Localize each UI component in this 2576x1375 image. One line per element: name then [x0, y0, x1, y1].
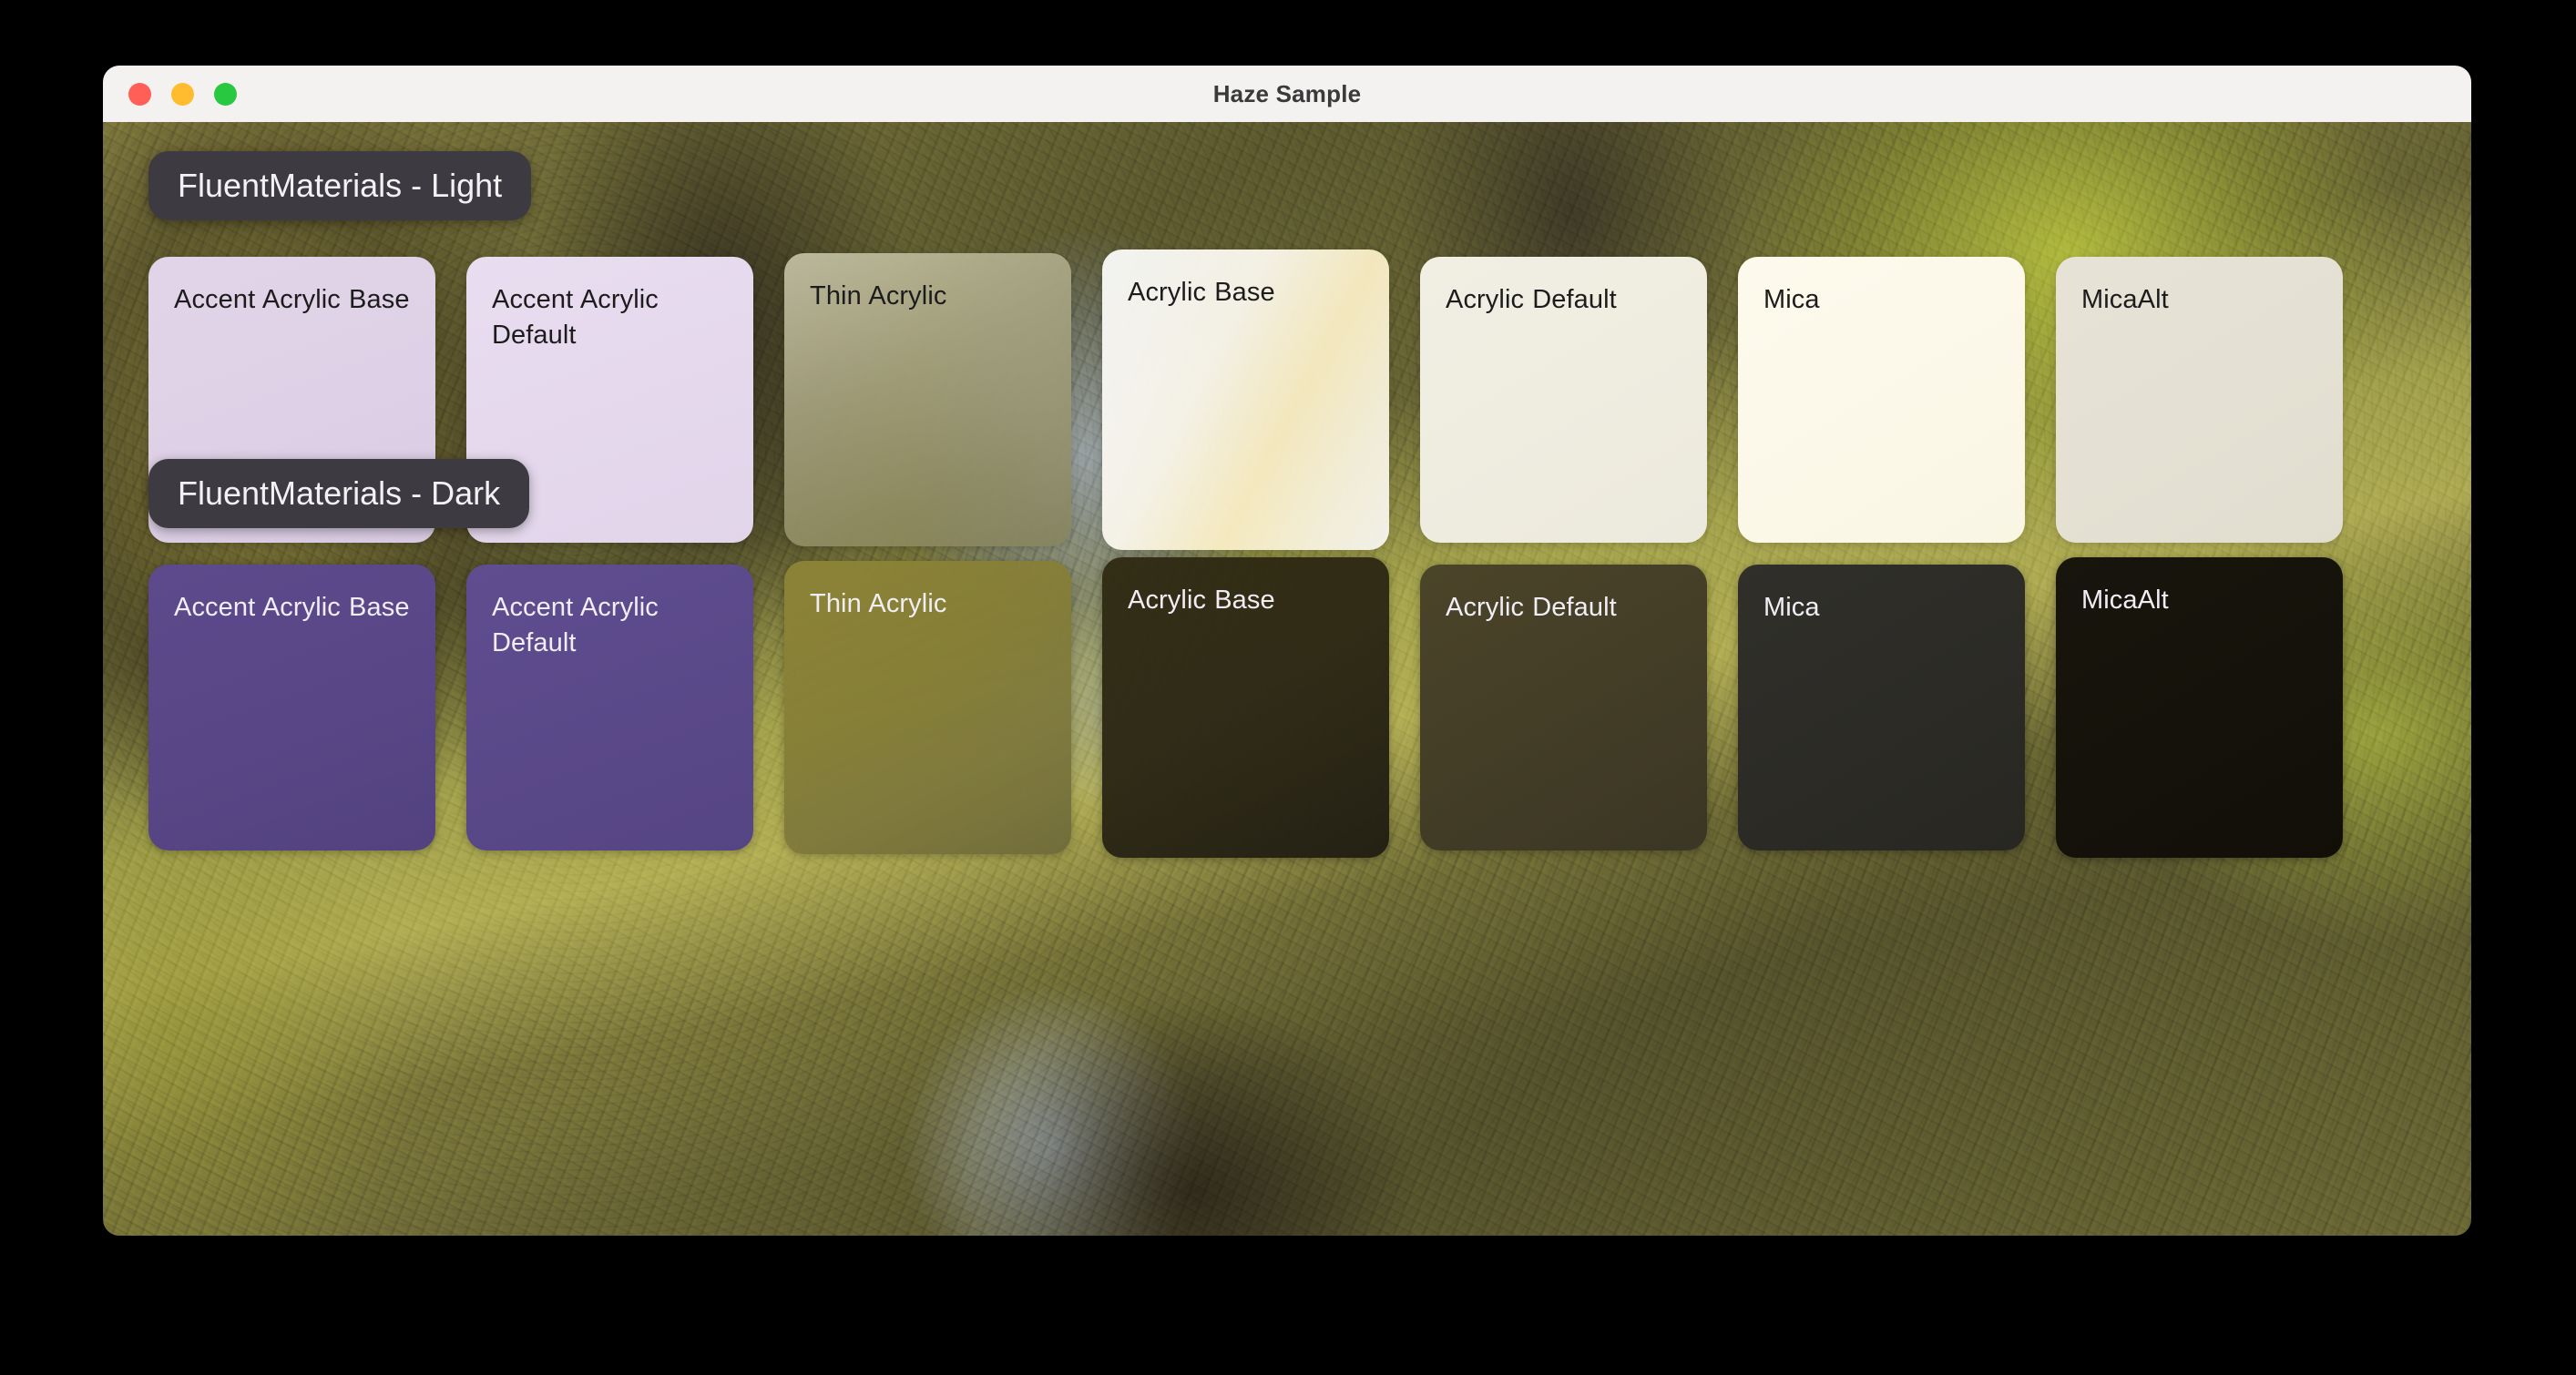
material-card-mica-dark[interactable]: Mica: [1738, 565, 2025, 850]
app-window: Haze Sample FluentMaterials - Light Acce…: [103, 66, 2471, 1236]
material-card-label: MicaAlt: [2081, 282, 2317, 318]
material-card-mica-light[interactable]: Mica: [1738, 257, 2025, 543]
material-card-acrylic-default-light[interactable]: Acrylic Default: [1420, 257, 1707, 543]
close-window-button[interactable]: [128, 83, 151, 106]
material-card-label: Thin Acrylic: [810, 586, 1046, 622]
material-card-micaalt-dark[interactable]: MicaAlt: [2056, 557, 2343, 858]
screen: Haze Sample FluentMaterials - Light Acce…: [0, 0, 2576, 1375]
material-card-row-dark: Accent Acrylic Base Accent Acrylic Defau…: [148, 565, 2343, 858]
material-card-label: Accent Acrylic Default: [492, 590, 728, 660]
material-card-label: Mica: [1763, 590, 1999, 626]
material-card-acrylic-default-dark[interactable]: Acrylic Default: [1420, 565, 1707, 850]
material-card-accent-acrylic-default-dark[interactable]: Accent Acrylic Default: [466, 565, 753, 850]
material-card-thin-acrylic-light[interactable]: Thin Acrylic: [784, 253, 1071, 546]
window-content: FluentMaterials - Light Accent Acrylic B…: [103, 122, 2471, 1236]
traffic-light-group: [103, 83, 237, 106]
material-card-label: Thin Acrylic: [810, 279, 1046, 314]
material-card-label: MicaAlt: [2081, 583, 2317, 618]
material-card-label: Acrylic Base: [1128, 583, 1364, 618]
material-card-micaalt-light[interactable]: MicaAlt: [2056, 257, 2343, 543]
window-title: Haze Sample: [103, 80, 2471, 108]
section-header-dark: FluentMaterials - Dark: [148, 459, 529, 528]
material-card-label: Acrylic Default: [1446, 282, 1682, 318]
material-card-label: Accent Acrylic Base: [174, 282, 410, 318]
material-card-label: Accent Acrylic Default: [492, 282, 728, 352]
material-card-acrylic-base-light[interactable]: Acrylic Base: [1102, 250, 1389, 550]
material-card-acrylic-base-dark[interactable]: Acrylic Base: [1102, 557, 1389, 858]
material-card-label: Acrylic Default: [1446, 590, 1682, 626]
section-header-light: FluentMaterials - Light: [148, 151, 531, 220]
material-card-thin-acrylic-dark[interactable]: Thin Acrylic: [784, 561, 1071, 854]
window-titlebar: Haze Sample: [103, 66, 2471, 122]
minimize-window-button[interactable]: [171, 83, 194, 106]
material-card-label: Acrylic Base: [1128, 275, 1364, 311]
material-card-accent-acrylic-base-dark[interactable]: Accent Acrylic Base: [148, 565, 435, 850]
maximize-window-button[interactable]: [214, 83, 237, 106]
material-card-label: Mica: [1763, 282, 1999, 318]
material-card-label: Accent Acrylic Base: [174, 590, 410, 626]
